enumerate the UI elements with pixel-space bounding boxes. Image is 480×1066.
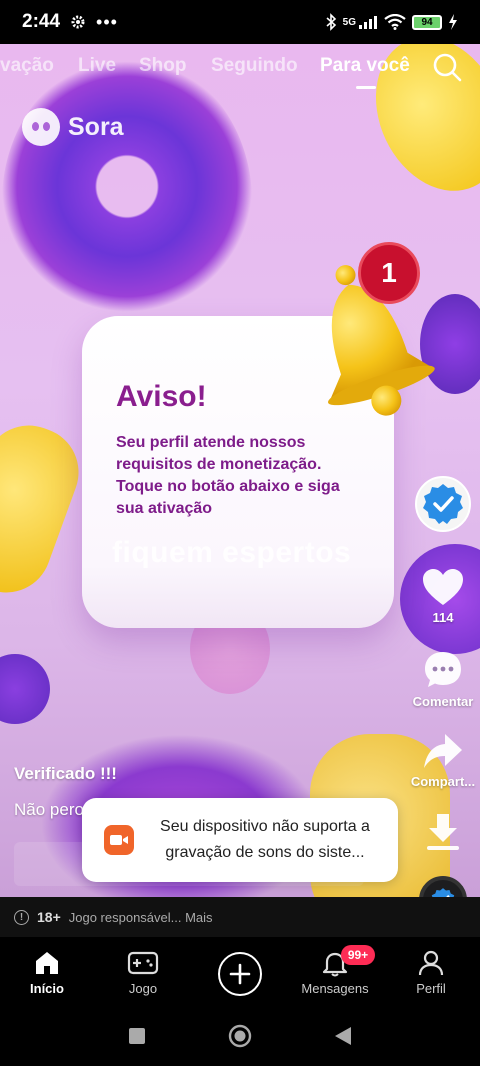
gamepad-icon (127, 951, 159, 975)
bottom-nav: Início Jogo Mensagens 99+ Perfil (0, 937, 480, 1009)
home-button[interactable] (228, 1024, 252, 1048)
back-button[interactable] (334, 1026, 352, 1046)
comment-icon (425, 652, 461, 687)
caption-username[interactable]: Verificado !!! (14, 764, 117, 784)
tab-shop[interactable]: Shop (139, 55, 187, 77)
nav-profile[interactable]: Perfil (386, 949, 476, 996)
battery-icon: 94 (412, 14, 442, 30)
plus-icon (229, 963, 251, 985)
creator-avatar[interactable] (415, 476, 471, 532)
search-icon (433, 53, 462, 82)
like-count: 114 (432, 610, 454, 625)
heart-icon (423, 569, 463, 605)
person-icon (418, 950, 444, 976)
charging-icon (449, 14, 457, 30)
comment-button[interactable]: Comentar (406, 650, 480, 709)
sora-watermark: Sora (22, 108, 124, 146)
notice-title: Aviso! (116, 380, 207, 413)
background-donut (2, 56, 252, 346)
tab-live[interactable]: Live (78, 55, 116, 77)
sora-watermark-text: Sora (68, 112, 124, 141)
like-button[interactable]: 114 (417, 568, 469, 625)
background-shape (0, 654, 50, 724)
nav-inbox-label: Mensagens (301, 981, 369, 996)
home-icon (36, 952, 58, 974)
notice-body: Seu perfil atende nossos requisitos de m… (116, 434, 340, 517)
notice-cta-text: fiquem espertos (112, 536, 352, 569)
more-notifications-icon: ••• (96, 11, 118, 32)
recents-button[interactable] (128, 1027, 146, 1045)
system-navigation (0, 1009, 480, 1066)
wifi-icon (384, 14, 406, 30)
messages-badge: 99+ (341, 945, 375, 965)
download-icon (427, 814, 459, 850)
gear-icon (71, 15, 85, 29)
active-tab-indicator (356, 86, 376, 89)
share-label: Compart... (410, 774, 476, 789)
sora-logo (22, 108, 60, 146)
caption-text[interactable]: Não pero (14, 800, 84, 820)
info-bar[interactable]: ! 18+ Jogo responsável... Mais (0, 897, 480, 937)
nav-home-label: Início (30, 981, 64, 996)
share-button[interactable]: Compart... (406, 732, 480, 789)
info-icon: ! (14, 909, 29, 925)
tab-following[interactable]: Seguindo (211, 55, 298, 77)
bell-count-badge: 1 (358, 242, 420, 304)
create-button[interactable] (218, 952, 262, 996)
system-toast: Seu dispositivo não suporta a gravação d… (82, 798, 398, 882)
top-tabs: vação Live Shop Seguindo Para você (0, 48, 480, 84)
nav-game-label: Jogo (128, 981, 158, 996)
age-rating: 18+ (37, 909, 61, 925)
bluetooth-icon (326, 13, 336, 31)
tab-for-you[interactable]: Para você (320, 55, 410, 77)
info-text: Jogo responsável... Mais (68, 909, 213, 925)
comment-label: Comentar (412, 694, 474, 709)
status-bar: 2:44 ••• 5G 94 (0, 0, 480, 44)
signal-icon (359, 16, 377, 29)
nav-home[interactable]: Início (2, 949, 92, 996)
download-button[interactable] (422, 812, 464, 852)
share-icon (424, 734, 462, 768)
toast-message: Seu dispositivo não suporta a gravação d… (160, 818, 370, 861)
screen-recorder-icon (104, 825, 134, 855)
status-time: 2:44 (22, 11, 61, 32)
background-shape (0, 412, 92, 606)
search-button[interactable] (432, 52, 462, 82)
nav-game[interactable]: Jogo (98, 949, 188, 996)
network-type: 5G (342, 16, 356, 28)
nav-profile-label: Perfil (416, 981, 446, 996)
tab-inovacao[interactable]: vação (0, 55, 54, 77)
verified-badge-icon (423, 484, 463, 524)
